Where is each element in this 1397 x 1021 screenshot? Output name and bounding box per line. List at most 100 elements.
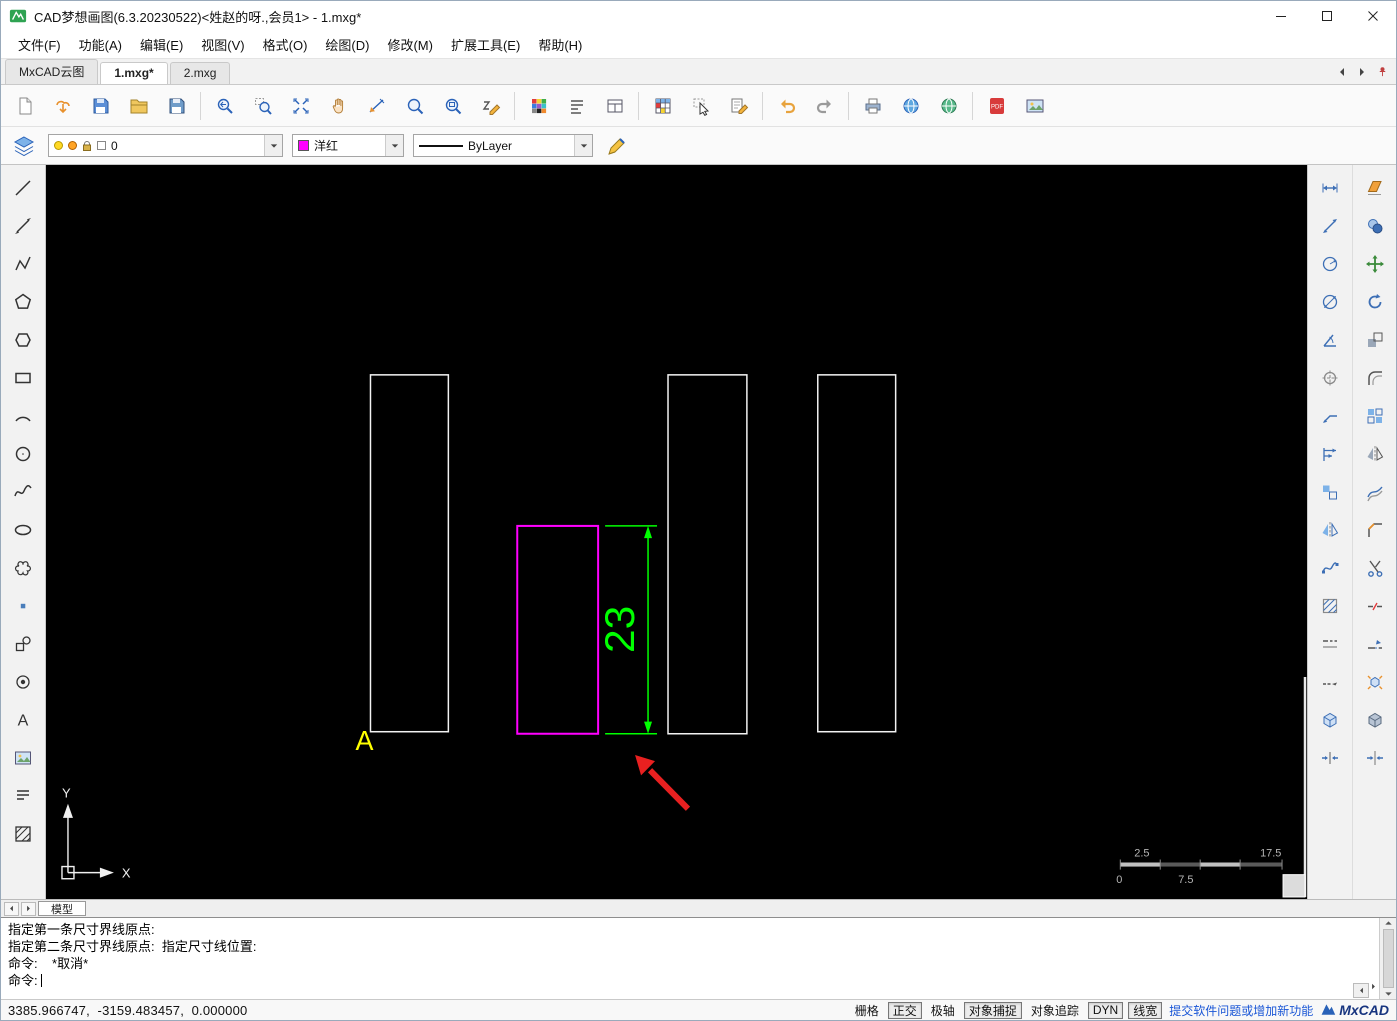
color-palette-button[interactable] [520, 88, 557, 124]
print-button[interactable] [854, 88, 891, 124]
maximize-button[interactable] [1304, 1, 1350, 31]
zoom-extents-button[interactable] [282, 88, 319, 124]
donut-tool-button[interactable] [6, 664, 40, 700]
dim-diameter-button[interactable] [1313, 284, 1347, 320]
tab-2mxg[interactable]: 2.mxg [170, 62, 231, 84]
break-button[interactable] [1358, 588, 1392, 624]
hatch-tool-button[interactable] [6, 816, 40, 852]
dim-edit-button[interactable] [1313, 664, 1347, 700]
layout-scroll-left-button[interactable] [4, 902, 19, 916]
menu-extended-tools[interactable]: 扩展工具(E) [442, 31, 529, 58]
explode-button[interactable] [1358, 664, 1392, 700]
toggle-ortho[interactable]: 正交 [888, 1002, 922, 1019]
mirror-button[interactable] [1358, 436, 1392, 472]
zoom-object-button[interactable] [434, 88, 471, 124]
dim-aligned-button[interactable] [1313, 208, 1347, 244]
toggle-grid[interactable]: 栅格 [851, 1002, 883, 1019]
menu-modify[interactable]: 修改(M) [378, 31, 442, 58]
scroll-right-button[interactable] [1370, 983, 1377, 998]
circle-tool-button[interactable] [6, 436, 40, 472]
hatch-edit-button[interactable] [1313, 588, 1347, 624]
hexagon-tool-button[interactable] [6, 322, 40, 358]
block-insert-button[interactable] [6, 626, 40, 662]
menu-draw[interactable]: 绘图(D) [316, 31, 378, 58]
rectangle-middle[interactable] [668, 375, 747, 734]
export-image-button[interactable] [1016, 88, 1053, 124]
model-tab[interactable]: 模型 [38, 901, 86, 916]
linetype-select[interactable]: ByLayer [413, 134, 593, 157]
linetype-tool-button[interactable] [1313, 626, 1347, 662]
pan-button[interactable] [320, 88, 357, 124]
solid-box-button[interactable] [1358, 702, 1392, 738]
align-3d-button[interactable] [1358, 740, 1392, 776]
publish-web-button[interactable] [892, 88, 929, 124]
color-select-dropdown-button[interactable] [385, 135, 403, 156]
layout-scroll-right-button[interactable] [21, 902, 36, 916]
offset-button[interactable] [1358, 474, 1392, 510]
dim-baseline-button[interactable] [1313, 436, 1347, 472]
zoom-dynamic-button[interactable] [396, 88, 433, 124]
menu-help[interactable]: 帮助(H) [529, 31, 591, 58]
toggle-dyn[interactable]: DYN [1088, 1002, 1123, 1019]
table-style-button[interactable] [644, 88, 681, 124]
draw-settings-button[interactable] [472, 88, 509, 124]
color-select[interactable]: 洋红 [292, 134, 404, 157]
export-pdf-button[interactable]: PDF [978, 88, 1015, 124]
fillet-button[interactable] [1358, 360, 1392, 396]
erase-button[interactable] [1358, 170, 1392, 206]
viewport-button[interactable] [596, 88, 633, 124]
drawing-area[interactable]: 23 A Y X [46, 165, 1307, 899]
measure-button[interactable] [358, 88, 395, 124]
layer-select[interactable]: 0 [48, 134, 283, 157]
dim-center-button[interactable] [1313, 360, 1347, 396]
tab-1mxg[interactable]: 1.mxg* [100, 62, 167, 84]
toggle-polar[interactable]: 极轴 [927, 1002, 959, 1019]
scroll-left-button[interactable] [1353, 983, 1369, 998]
move-button[interactable] [1358, 246, 1392, 282]
close-button[interactable] [1350, 1, 1396, 31]
properties-edit-button[interactable] [720, 88, 757, 124]
tab-pin-button[interactable] [1372, 62, 1392, 82]
point-tool-button[interactable] [6, 588, 40, 624]
rotate-button[interactable] [1358, 284, 1392, 320]
menu-file[interactable]: 文件(F) [9, 31, 70, 58]
open-file-button[interactable] [120, 88, 157, 124]
image-insert-button[interactable] [6, 740, 40, 776]
dim-linear-button[interactable] [1313, 170, 1347, 206]
layer-select-dropdown-button[interactable] [264, 135, 282, 156]
scrollbar-thumb[interactable] [1383, 929, 1394, 988]
command-prompt-line[interactable]: 命令: [8, 972, 1374, 989]
stretch-tool-button[interactable] [1313, 740, 1347, 776]
drawing-canvas[interactable]: 23 A Y X [46, 165, 1307, 899]
undo-button[interactable] [768, 88, 805, 124]
zoom-previous-button[interactable] [206, 88, 243, 124]
open-cloud-button[interactable] [44, 88, 81, 124]
align-objects-button[interactable] [1313, 474, 1347, 510]
scale-button[interactable] [1358, 322, 1392, 358]
menu-format[interactable]: 格式(O) [254, 31, 317, 58]
toggle-osnap[interactable]: 对象捕捉 [964, 1002, 1022, 1019]
rectangle-right[interactable] [818, 375, 896, 732]
spline-edit-button[interactable] [1313, 550, 1347, 586]
trim-button[interactable] [1358, 550, 1392, 586]
tab-scroll-right-button[interactable] [1352, 62, 1372, 82]
revcloud-tool-button[interactable] [6, 550, 40, 586]
chamfer-button[interactable] [1358, 512, 1392, 548]
zoom-window-button[interactable] [244, 88, 281, 124]
toggle-lineweight[interactable]: 线宽 [1128, 1002, 1162, 1019]
dim-leader-button[interactable] [1313, 398, 1347, 434]
array-button[interactable] [1358, 398, 1392, 434]
text-tool-button[interactable]: A [6, 702, 40, 738]
command-scrollbar[interactable] [1379, 918, 1396, 999]
feedback-link[interactable]: 提交软件问题或增加新功能 [1169, 1002, 1313, 1019]
minimize-button[interactable] [1258, 1, 1304, 31]
save-file-button[interactable] [158, 88, 195, 124]
dim-radius-button[interactable] [1313, 246, 1347, 282]
join-button[interactable] [1358, 626, 1392, 662]
xline-tool-button[interactable] [6, 208, 40, 244]
tab-mxcad-cloud[interactable]: MxCAD云图 [5, 59, 98, 84]
select-set-button[interactable] [682, 88, 719, 124]
arc-tool-button[interactable] [6, 398, 40, 434]
redo-button[interactable] [806, 88, 843, 124]
line-tool-button[interactable] [6, 170, 40, 206]
